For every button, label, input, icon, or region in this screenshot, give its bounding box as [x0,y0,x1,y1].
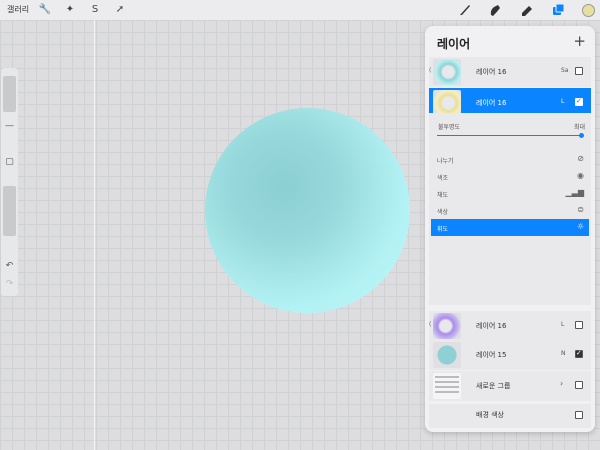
blend-option-color[interactable]: 색상 ⊜ [431,202,589,219]
square-modifier-button[interactable]: ▢ [3,156,16,168]
visibility-checkbox[interactable] [575,97,583,106]
layer-thumbnail [433,342,461,368]
layer-name: 레이어 16 [476,99,507,107]
visibility-checkbox[interactable] [575,411,583,419]
group-thumbnail [433,373,461,399]
eraser-icon[interactable] [519,2,535,18]
layer-name: 레이어 16 [476,68,507,76]
color-swatch[interactable] [581,3,595,17]
left-sidebar: — ▢ ↶ ↷ [1,68,18,296]
background-color-row[interactable]: 배경 색상 [429,404,591,428]
visibility-checkbox[interactable] [575,321,583,329]
layer-row[interactable]: 레이어 15 N [429,340,591,370]
modify-button[interactable]: — [3,120,16,132]
blend-option-label: 나누기 [437,158,454,165]
chevron-right-icon[interactable]: › [560,379,563,388]
blend-option-hue[interactable]: 색조 ◉ [431,168,589,185]
blend-option-label: 색상 [437,209,449,216]
blend-option-saturation[interactable]: 채도 ▁▃▆ [431,185,589,202]
layer-indicator: ( [429,67,432,74]
hue-icon: ◉ [577,171,584,180]
canvas-edge-guide [94,20,95,450]
layer-name: 새로운 그룹 [476,382,511,390]
layers-icon[interactable] [550,2,566,18]
visibility-checkbox[interactable] [575,349,583,358]
blend-options-menu: 불투명도 최대 나누기 ⊘ 색조 ◉ 채도 ▁▃▆ 색상 ⊜ 휘도 ☼ [429,113,591,305]
blend-mode[interactable]: Sa [561,67,569,74]
layer-name: 레이어 16 [476,322,507,330]
blend-option-label: 채도 [437,192,449,199]
blend-mode[interactable]: N [561,350,566,357]
wrench-icon[interactable]: 🔧 [38,3,52,17]
redo-icon[interactable]: ↷ [3,278,16,290]
layer-row[interactable]: ( 레이어 16 L [429,311,591,341]
opacity-slider[interactable] [3,186,16,236]
blend-option-divide[interactable]: 나누기 ⊘ [431,151,589,168]
blend-mode[interactable]: L [561,98,564,105]
painted-circle [205,108,410,313]
undo-icon[interactable]: ↶ [3,260,16,272]
layers-panel: 레이어 + ( 레이어 16 Sa 레이어 16 L 불투명도 최대 나누기 ⊘… [425,26,595,432]
blend-option-label: 색조 [437,175,449,182]
color-icon: ⊜ [577,205,584,214]
opacity-value: 최대 [573,124,585,131]
layer-name: 배경 색상 [476,411,504,419]
saturation-icon: ▁▃▆ [565,188,584,197]
opacity-slider-knob[interactable] [579,133,584,138]
color-swatch-icon[interactable] [580,2,596,18]
luminosity-icon: ☼ [576,222,584,231]
brush-size-slider[interactable] [3,76,16,112]
layer-group-row[interactable]: 새로운 그룹 › [429,371,591,401]
visibility-checkbox[interactable] [575,381,583,389]
adjustments-icon[interactable]: ✦ [63,3,77,17]
smudge-icon[interactable] [487,2,503,18]
opacity-slider-track[interactable] [437,135,583,136]
layer-name: 레이어 15 [476,351,507,359]
layer-thumbnail [433,313,461,339]
top-toolbar: 갤러리 🔧 ✦ S ➚ [0,0,600,20]
add-layer-button[interactable]: + [573,32,586,50]
layer-row[interactable]: ( 레이어 16 Sa [429,57,591,87]
divide-icon: ⊘ [577,154,584,163]
blend-option-luminosity[interactable]: 휘도 ☼ [431,219,589,236]
visibility-checkbox[interactable] [575,67,583,75]
panel-title: 레이어 [437,37,471,51]
blend-option-label: 휘도 [437,226,449,233]
gallery-button[interactable]: 갤러리 [7,4,29,15]
selection-icon[interactable]: S [88,3,102,17]
layer-indicator: ( [429,321,432,328]
transform-icon[interactable]: ➚ [113,3,127,17]
group-thumbnail-lines [435,376,459,397]
brush-icon[interactable] [457,2,473,18]
blend-mode[interactable]: L [561,321,564,328]
opacity-label: 불투명도 [438,124,461,131]
layer-thumbnail [433,59,461,85]
